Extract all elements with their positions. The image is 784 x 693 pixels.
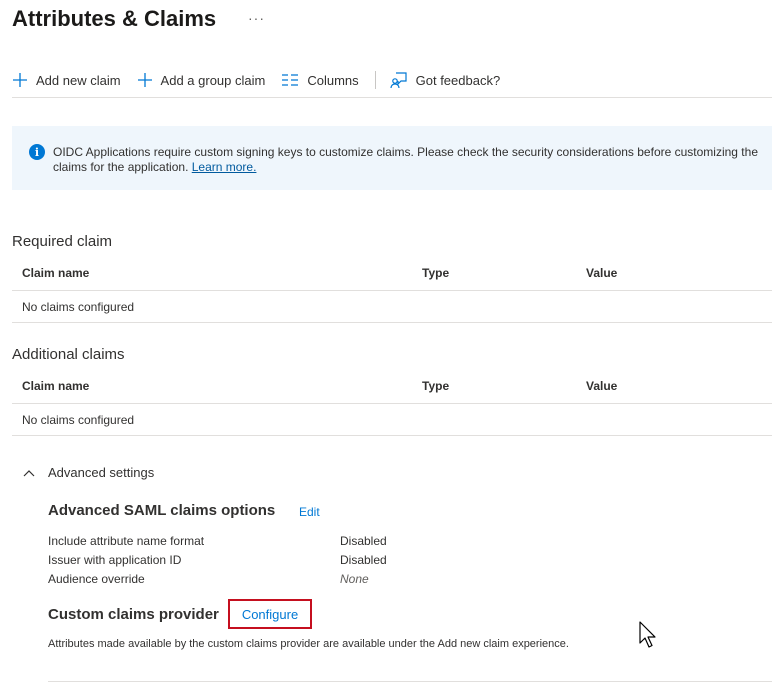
column-header-type[interactable]: Type	[422, 266, 449, 280]
columns-label: Columns	[307, 72, 359, 88]
column-header-value[interactable]: Value	[586, 379, 617, 393]
option-value: Disabled	[340, 553, 387, 567]
feedback-label: Got feedback?	[415, 72, 501, 88]
toolbar-divider	[374, 71, 376, 89]
plus-icon	[137, 73, 152, 87]
banner-message: OIDC Applications require custom signing…	[53, 145, 765, 175]
column-header-value[interactable]: Value	[586, 266, 617, 280]
custom-claims-provider-title: Custom claims provider	[48, 606, 219, 623]
table-row-divider	[12, 322, 772, 323]
add-new-claim-button[interactable]: Add new claim	[12, 66, 121, 94]
columns-icon	[282, 74, 299, 86]
required-claim-title: Required claim	[12, 233, 113, 250]
advanced-settings-toggle[interactable]: Advanced settings	[22, 465, 154, 480]
saml-options-title: Advanced SAML claims options	[48, 502, 276, 519]
feedback-icon	[390, 72, 407, 89]
plus-icon	[13, 73, 27, 87]
add-group-claim-button[interactable]: Add a group claim	[137, 66, 266, 94]
add-group-claim-label: Add a group claim	[160, 72, 266, 88]
feedback-button[interactable]: Got feedback?	[390, 66, 501, 94]
edit-link[interactable]: Edit	[299, 505, 320, 519]
additional-empty-row: No claims configured	[22, 413, 135, 427]
additional-claims-title: Additional claims	[12, 346, 125, 363]
more-options-button[interactable]: ···	[248, 10, 265, 26]
option-label: Audience override	[48, 572, 145, 586]
section-divider	[48, 681, 772, 682]
advanced-settings-label: Advanced settings	[48, 465, 155, 480]
banner-text: OIDC Applications require custom signing…	[53, 145, 758, 174]
column-header-type[interactable]: Type	[422, 379, 449, 393]
chevron-up-icon	[23, 469, 35, 476]
option-label: Issuer with application ID	[48, 553, 182, 567]
page-title: Attributes & Claims	[12, 6, 217, 31]
learn-more-link[interactable]: Learn more.	[192, 160, 257, 174]
option-value: None	[340, 572, 369, 586]
configure-link[interactable]: Configure	[242, 607, 298, 622]
required-empty-row: No claims configured	[22, 300, 135, 314]
add-new-claim-label: Add new claim	[36, 72, 121, 88]
provider-note: Attributes made available by the custom …	[48, 638, 569, 650]
command-bar: Add new claim Add a group claim Columns …	[12, 66, 516, 94]
column-header-claim-name[interactable]: Claim name	[22, 266, 89, 280]
column-header-claim-name[interactable]: Claim name	[22, 379, 89, 393]
info-icon: i	[29, 144, 45, 160]
table-header-divider	[12, 403, 772, 404]
mouse-cursor-icon	[639, 621, 656, 648]
columns-button[interactable]: Columns	[281, 66, 359, 94]
table-row-divider	[12, 435, 772, 436]
option-label: Include attribute name format	[48, 534, 205, 548]
info-banner: i OIDC Applications require custom signi…	[12, 126, 772, 190]
option-value: Disabled	[340, 534, 387, 548]
table-header-divider	[12, 290, 772, 291]
toolbar-divider-line	[12, 97, 772, 98]
configure-highlight: Configure	[228, 599, 312, 629]
